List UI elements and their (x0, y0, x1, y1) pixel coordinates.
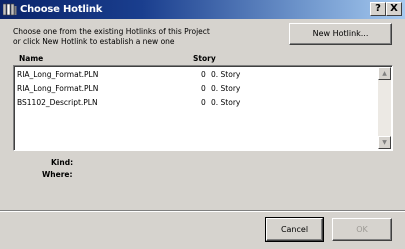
story-number: 0 (201, 98, 206, 107)
instruction-line-1: Choose one from the existing Hotlinks of… (13, 27, 210, 36)
new-hotlink-button[interactable]: New Hotlink... (289, 23, 392, 45)
story-number: 0 (201, 84, 206, 93)
instruction-text: Choose one from the existing Hotlinks of… (13, 27, 210, 47)
hotlink-app-icon (3, 3, 17, 16)
help-button[interactable]: ? (370, 2, 386, 16)
where-label: Where: (42, 170, 73, 179)
story-name: 0. Story (211, 70, 241, 79)
story-number: 0 (201, 70, 206, 79)
list-item[interactable]: BS1102_Descript.PLN 0 0. Story (17, 98, 377, 108)
column-header-story[interactable]: Story (193, 54, 216, 63)
ok-button[interactable]: OK (332, 218, 392, 241)
footer-divider (0, 210, 405, 212)
title-bar[interactable]: Choose Hotlink ? X (0, 0, 405, 19)
column-header-name[interactable]: Name (19, 54, 43, 63)
window-title: Choose Hotlink (20, 4, 103, 15)
cancel-button[interactable]: Cancel (265, 217, 324, 242)
hotlink-name: BS1102_Descript.PLN (17, 98, 98, 107)
hotlink-name: RIA_Long_Format.PLN (17, 84, 99, 93)
kind-label: Kind: (51, 158, 74, 167)
hotlink-list[interactable]: RIA_Long_Format.PLN 0 0. Story RIA_Long_… (13, 65, 393, 151)
scroll-down-arrow-icon[interactable]: ▼ (378, 136, 391, 149)
story-name: 0. Story (211, 98, 241, 107)
close-button[interactable]: X (386, 2, 402, 16)
instruction-line-2: or click New Hotlink to establish a new … (13, 37, 175, 46)
vertical-scrollbar[interactable]: ▲ ▼ (378, 67, 391, 149)
list-item[interactable]: RIA_Long_Format.PLN 0 0. Story (17, 70, 377, 80)
choose-hotlink-dialog: Choose Hotlink ? X Choose one from the e… (0, 0, 405, 249)
scroll-up-arrow-icon[interactable]: ▲ (378, 67, 391, 80)
list-item[interactable]: RIA_Long_Format.PLN 0 0. Story (17, 84, 377, 94)
story-name: 0. Story (211, 84, 241, 93)
hotlink-name: RIA_Long_Format.PLN (17, 70, 99, 79)
